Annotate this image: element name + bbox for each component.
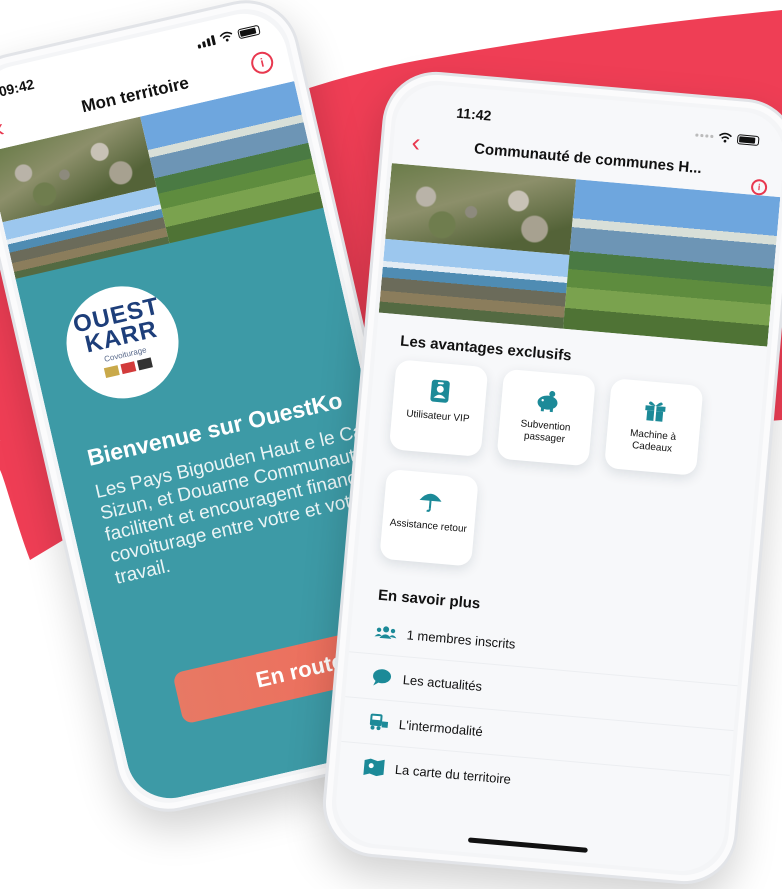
signal-icon (196, 34, 216, 49)
perk-assistance-retour[interactable]: Assistance retour (379, 468, 479, 567)
more-list: 1 membres inscrits Les actualités L'inte… (337, 607, 742, 819)
perks-grid: Utilisateur VIP Subvention passager Mach… (355, 357, 763, 618)
perk-label: Machine à Cadeaux (629, 427, 677, 455)
id-badge-icon (430, 379, 450, 403)
perk-label: Subvention passager (520, 418, 571, 446)
perk-subvention-passager[interactable]: Subvention passager (496, 368, 596, 467)
more-item-label: 1 membres inscrits (406, 626, 517, 652)
home-indicator (467, 837, 588, 853)
status-time: 09:42 (0, 75, 36, 100)
battery-icon (736, 133, 760, 146)
chat-bubble-icon (373, 669, 392, 686)
right-screen: 11:42 ‹ Communauté de communes H... i Le… (332, 81, 782, 875)
status-icons (695, 130, 760, 147)
status-icons (196, 24, 261, 49)
more-item-label: L'intermodalité (398, 716, 484, 739)
perk-utilisateur-vip[interactable]: Utilisateur VIP (388, 359, 489, 457)
perk-machine-a-cadeaux[interactable]: Machine à Cadeaux (604, 378, 704, 476)
photo-bay (563, 179, 781, 347)
status-time: 11:42 (455, 104, 493, 124)
umbrella-icon (419, 493, 442, 512)
wifi-icon (219, 31, 233, 42)
phone-right: 11:42 ‹ Communauté de communes H... i Le… (318, 67, 782, 889)
wifi-icon (718, 132, 732, 143)
info-icon[interactable]: i (750, 178, 768, 196)
battery-icon (236, 24, 261, 39)
ouest-karr-logo: OUEST KARR Covoiturage (55, 275, 190, 410)
chevron-left-icon[interactable]: ‹ (410, 127, 421, 158)
map-icon (363, 758, 385, 777)
piggy-bank-icon (537, 391, 558, 413)
users-icon (374, 626, 397, 639)
perk-label: Utilisateur VIP (405, 408, 470, 425)
perk-label: Assistance retour (389, 517, 468, 536)
bus-icon (369, 713, 389, 731)
more-item-label: La carte du territoire (394, 761, 512, 787)
more-item-label: Les actualités (402, 671, 483, 694)
gift-icon (645, 401, 666, 422)
signal-icon (695, 133, 714, 139)
